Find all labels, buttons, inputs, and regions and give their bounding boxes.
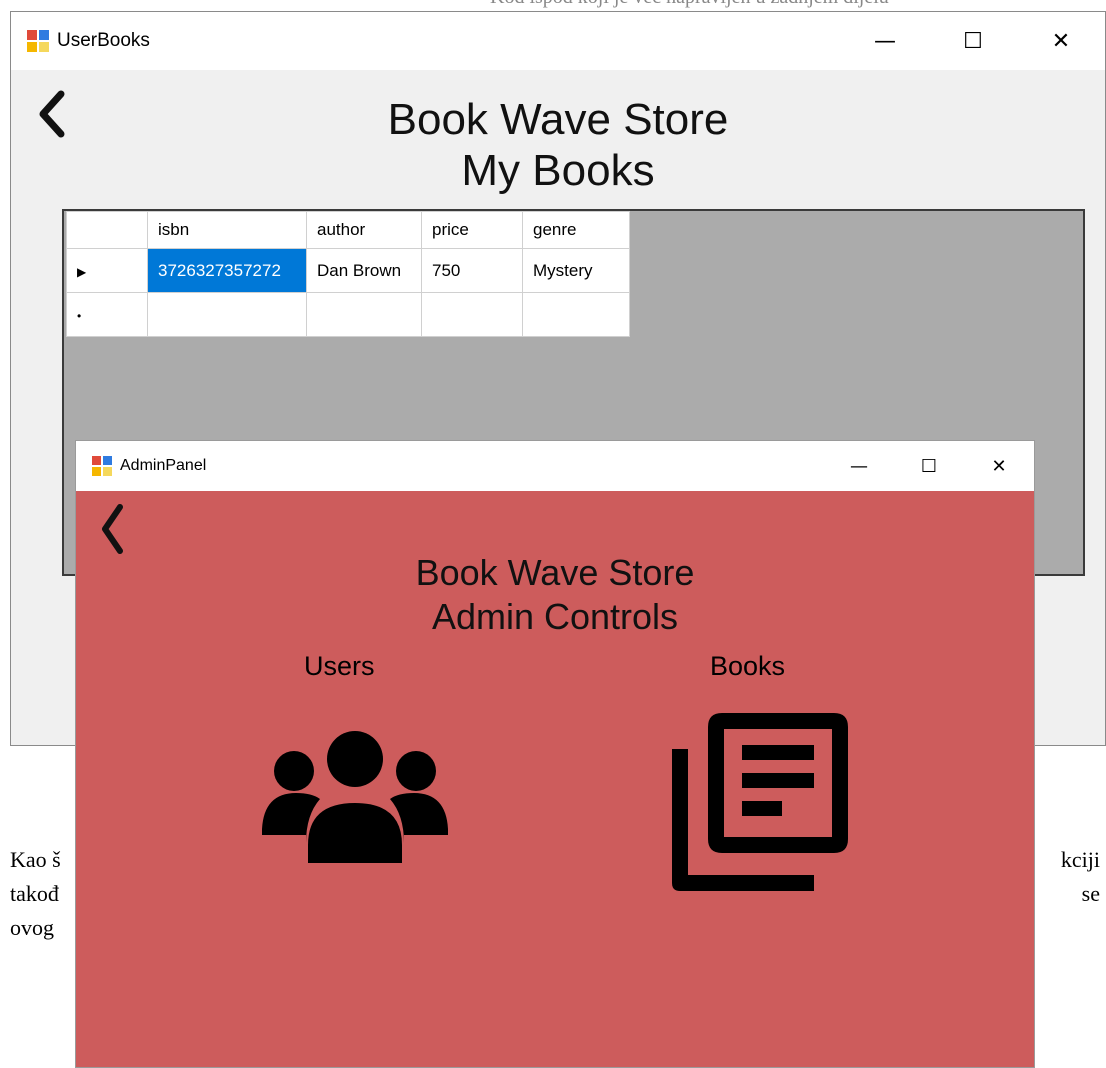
- cell-price[interactable]: 750: [421, 248, 523, 293]
- books-table: isbn author price genre ▶ 3726327357272 …: [66, 211, 630, 337]
- maximize-button[interactable]: ☐: [894, 441, 964, 491]
- page-subtitle: Admin Controls: [431, 596, 679, 637]
- books-label: Books: [710, 651, 786, 681]
- table-row-new[interactable]: •: [66, 292, 630, 337]
- close-button[interactable]: ✕: [964, 441, 1034, 491]
- store-name: Book Wave Store: [415, 552, 695, 593]
- users-button[interactable]: [262, 731, 448, 868]
- document-line-left: Kao š: [10, 847, 61, 872]
- document-line-left: takođ: [10, 881, 59, 906]
- books-button[interactable]: [666, 709, 850, 896]
- window-controls: — ☐ ✕: [824, 441, 1034, 491]
- close-button[interactable]: ✕: [1017, 12, 1105, 70]
- page-title: Book Wave Store My Books: [11, 94, 1105, 196]
- library-books-icon: [672, 713, 848, 891]
- adminpanel-titlebar[interactable]: AdminPanel — ☐ ✕: [76, 441, 1034, 491]
- row-header-corner[interactable]: [66, 211, 148, 249]
- cell-isbn[interactable]: [147, 292, 307, 337]
- cell-author[interactable]: [306, 292, 422, 337]
- window-controls: — ☐ ✕: [841, 12, 1105, 70]
- document-line-left: ovog: [10, 915, 54, 940]
- new-row-marker: •: [77, 308, 82, 323]
- window-title: UserBooks: [57, 30, 150, 51]
- users-group-icon: [262, 731, 448, 863]
- winforms-app-icon: [92, 456, 112, 476]
- store-name: Book Wave Store: [387, 95, 729, 144]
- cell-genre[interactable]: Mystery: [522, 248, 630, 293]
- document-line-right: kciji: [1060, 847, 1100, 872]
- maximize-button[interactable]: ☐: [929, 12, 1017, 70]
- chevron-left-icon: [102, 504, 123, 554]
- document-line-right: se: [1081, 881, 1100, 906]
- minimize-button[interactable]: —: [824, 441, 894, 491]
- column-header-price[interactable]: price: [421, 211, 523, 249]
- document-top-fragment: Kod ispod koji je već napravljen u zadnj…: [490, 0, 889, 9]
- cell-isbn[interactable]: 3726327357272: [147, 248, 307, 293]
- userbooks-titlebar[interactable]: UserBooks — ☐ ✕: [11, 12, 1105, 70]
- row-header[interactable]: •: [66, 292, 148, 337]
- row-header[interactable]: ▶: [66, 248, 148, 293]
- table-row[interactable]: ▶ 3726327357272 Dan Brown 750 Mystery: [66, 248, 630, 293]
- column-header-genre[interactable]: genre: [522, 211, 630, 249]
- adminpanel-window: AdminPanel — ☐ ✕ Book Wave Store Admin C…: [75, 440, 1035, 1068]
- window-title: AdminPanel: [120, 457, 207, 474]
- users-label: Users: [304, 651, 375, 681]
- current-row-marker: ▶: [77, 264, 87, 279]
- page-title: Book Wave Store Admin Controls: [76, 551, 1034, 639]
- page-subtitle: My Books: [461, 146, 655, 195]
- column-header-isbn[interactable]: isbn: [147, 211, 307, 249]
- minimize-button[interactable]: —: [841, 12, 929, 70]
- cell-author[interactable]: Dan Brown: [306, 248, 422, 293]
- column-header-author[interactable]: author: [306, 211, 422, 249]
- cell-genre[interactable]: [522, 292, 630, 337]
- winforms-app-icon: [27, 30, 49, 52]
- cell-price[interactable]: [421, 292, 523, 337]
- table-header-row: isbn author price genre: [66, 211, 630, 249]
